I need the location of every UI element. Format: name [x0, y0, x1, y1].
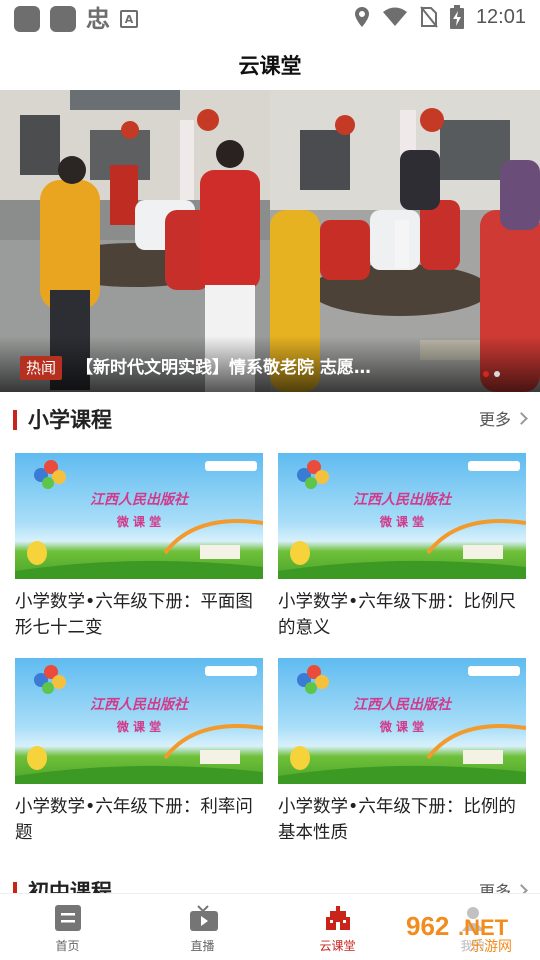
carousel-dot	[494, 371, 500, 377]
header: 云课堂	[0, 38, 540, 90]
chevron-right-icon	[515, 412, 528, 425]
course-thumbnail: 江西人民出版社 微 课 堂	[15, 658, 263, 784]
nav-label: 云课堂	[319, 939, 356, 953]
carousel-dot-active	[483, 371, 489, 377]
more-label: 更多	[478, 410, 511, 429]
banner-carousel[interactable]: 热闻 【新时代文明实践】情系敬老院 志愿…	[0, 90, 540, 392]
thumbnail-publisher-text: 江西人民出版社	[353, 697, 451, 713]
site-watermark-logo: 962 .NET 乐游网	[400, 905, 534, 955]
course-card[interactable]: 江西人民出版社 微 课 堂 小学数学•六年级下册：比例的基本性质	[278, 658, 526, 846]
section-accent-bar	[13, 410, 17, 430]
banner-caption[interactable]: 【新时代文明实践】情系敬老院 志愿…	[76, 356, 406, 380]
battery-charging-icon	[449, 5, 464, 29]
nav-label: 直播	[190, 939, 215, 953]
notification-glyph-icon: 忠	[86, 5, 110, 33]
thumbnail-subtitle-text: 微 课 堂	[116, 720, 162, 734]
location-icon	[354, 7, 369, 27]
thumbnail-publisher-text: 江西人民出版社	[90, 492, 188, 508]
a-box-icon: A	[120, 10, 138, 28]
svg-text:962: 962	[406, 911, 449, 941]
app-square-icon	[14, 6, 40, 32]
page-title: 云课堂	[238, 54, 302, 78]
wifi-icon	[382, 7, 407, 26]
nav-item-live[interactable]: 直播	[135, 894, 270, 960]
section-header-primary: 小学课程 更多	[0, 400, 540, 440]
no-sim-icon	[420, 6, 438, 28]
thumbnail-subtitle-text: 微 课 堂	[116, 515, 162, 529]
more-link[interactable]: 更多	[478, 408, 528, 432]
tv-icon	[189, 905, 218, 931]
course-thumbnail: 江西人民出版社 微 课 堂	[278, 453, 526, 579]
hot-news-tag: 热闻	[20, 356, 62, 380]
thumbnail-publisher-text: 江西人民出版社	[353, 492, 451, 508]
app-square-icon	[50, 6, 76, 32]
course-card[interactable]: 江西人民出版社 微 课 堂 小学数学•六年级下册：平面图形七十二变	[15, 453, 263, 641]
carousel-indicator	[483, 371, 500, 377]
course-card[interactable]: 江西人民出版社 微 课 堂 小学数学•六年级下册：比例尺的意义	[278, 453, 526, 641]
status-bar: 忠 A 12:01	[0, 0, 540, 38]
nav-item-cloud-class[interactable]: 云课堂	[270, 894, 405, 960]
section-title: 小学课程	[28, 408, 112, 432]
svg-text:.NET: .NET	[458, 915, 509, 940]
course-thumbnail: 江西人民出版社 微 课 堂	[278, 658, 526, 784]
school-building-icon	[325, 905, 351, 931]
nav-label: 首页	[55, 939, 80, 953]
course-card[interactable]: 江西人民出版社 微 课 堂 小学数学•六年级下册：利率问题	[15, 658, 263, 846]
course-title: 小学数学•六年级下册：比例的基本性质	[278, 797, 516, 843]
nav-item-home[interactable]: 首页	[0, 894, 135, 960]
course-thumbnail: 江西人民出版社 微 课 堂	[15, 453, 263, 579]
clock: 12:01	[475, 5, 526, 28]
home-doc-icon	[54, 905, 81, 931]
course-title: 小学数学•六年级下册：平面图形七十二变	[15, 592, 253, 638]
thumbnail-publisher-text: 江西人民出版社	[90, 697, 188, 713]
thumbnail-subtitle-text: 微 课 堂	[379, 720, 425, 734]
thumbnail-subtitle-text: 微 课 堂	[379, 515, 425, 529]
course-title: 小学数学•六年级下册：比例尺的意义	[278, 592, 516, 638]
svg-text:乐游网: 乐游网	[470, 939, 512, 955]
course-title: 小学数学•六年级下册：利率问题	[15, 797, 253, 843]
